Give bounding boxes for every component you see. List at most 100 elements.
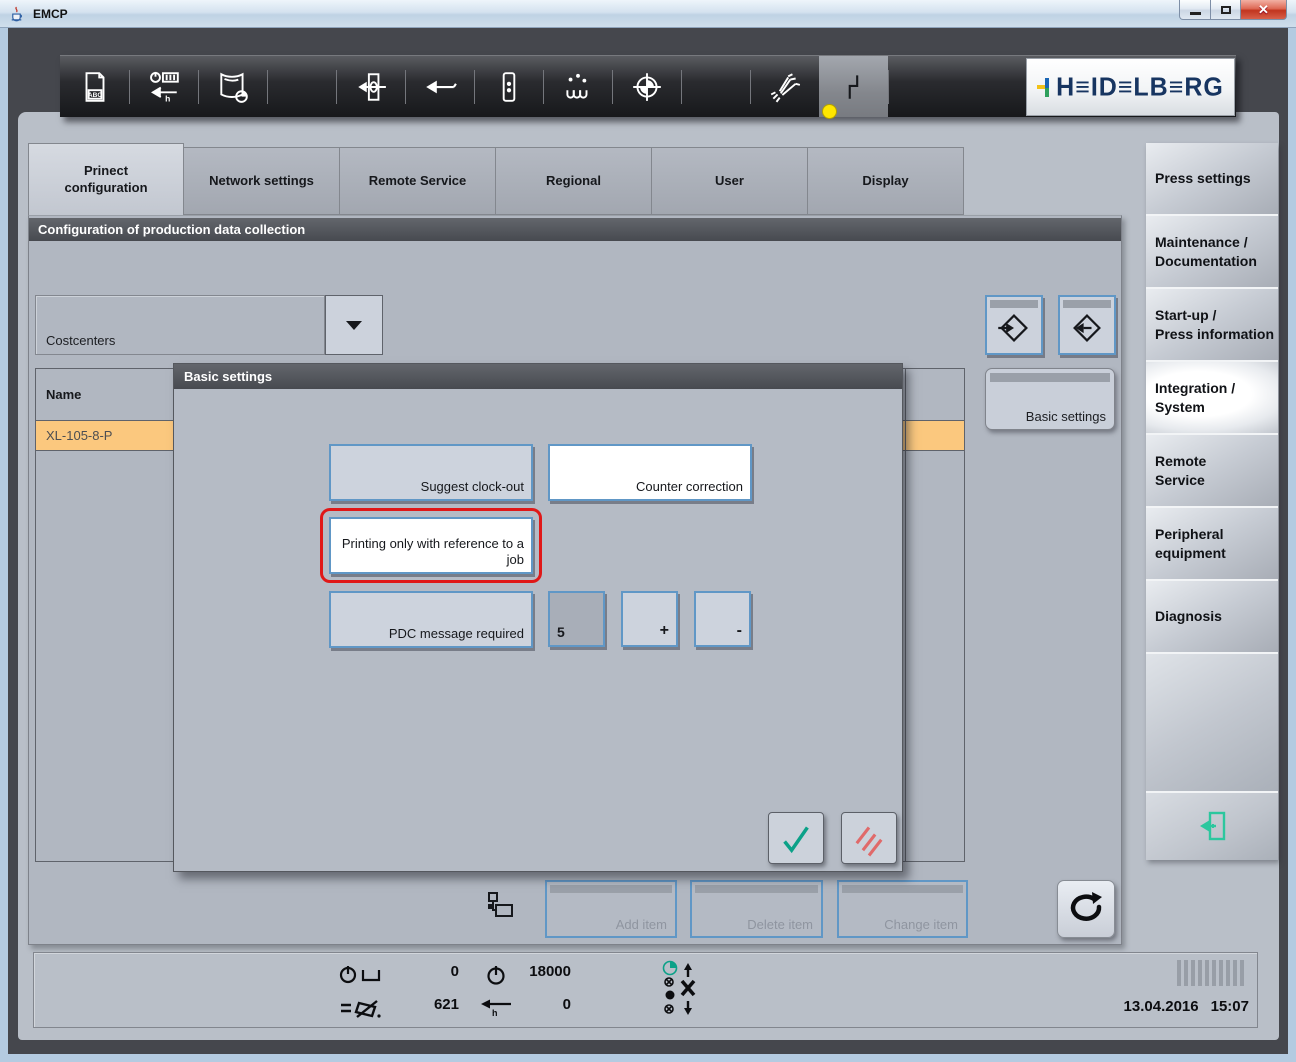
costcenters-dropdown-button[interactable] [325,295,383,355]
add-item-button[interactable]: Add item [545,880,677,938]
svg-text:h: h [165,93,170,103]
cancel-button[interactable] [841,812,897,864]
status-value-4: 0 [506,996,571,1013]
toolbar-powder-spray-button[interactable] [750,56,819,117]
window-titlebar: EMCP [0,0,1296,28]
section-header: Configuration of production data collect… [29,218,1121,241]
window-title: EMCP [33,7,68,21]
counter-reset-icon: h [147,70,181,104]
sidebar-item-startup-press-information[interactable]: Start-up / Press information [1146,289,1278,362]
export-settings-button[interactable] [1058,295,1116,355]
pdc-value-field: 5 [548,591,605,647]
tab-remote-service[interactable]: Remote Service [340,147,496,215]
main-menu-sidebar: Press settings Maintenance / Documentati… [1146,143,1278,860]
toolbar-register-button[interactable] [612,56,681,117]
door-dots-icon [492,70,526,104]
decrement-button[interactable]: - [694,591,751,647]
import-settings-button[interactable] [985,295,1043,355]
sidebar-item-remote-service[interactable]: Remote Service [1146,435,1278,508]
toolbar-sheet-infeed-button[interactable] [336,56,405,117]
register-status-icon [661,959,703,1019]
power-icon [486,964,506,986]
change-item-button[interactable]: Change item [837,880,968,938]
minimize-icon [1190,12,1201,15]
status-time: 15:07 [1211,998,1249,1015]
sidebar-item-peripheral-equipment[interactable]: Peripheral equipment [1146,508,1278,581]
checkmark-icon [775,817,817,859]
delete-item-button[interactable]: Delete item [690,880,823,938]
toolbar-unit-button[interactable] [474,56,543,117]
status-bar: 0 18000 621 h 0 13.04.2016 15:07 [33,952,1258,1028]
toolbar-empty-cell [267,56,336,117]
increment-button[interactable]: + [621,591,678,647]
refresh-button[interactable] [1057,880,1115,938]
plate-abc-icon: ABC [78,70,112,104]
basic-settings-button[interactable]: Basic settings [985,368,1115,430]
toolbar-empty-cell [681,56,750,117]
equal-sheet-icon [337,997,383,1021]
toolbar-arrow-left-button[interactable] [405,56,474,117]
svg-text:h: h [492,1008,498,1018]
network-items-icon [486,891,516,921]
basic-settings-dialog: Basic settings Suggest clock-out Counter… [173,363,903,872]
maximize-icon [1221,6,1231,14]
hook-step-icon [837,70,871,104]
diamond-arrow-out-icon [1069,310,1105,346]
toolbar-dampening-button[interactable] [543,56,612,117]
toolbar-plate-abc-button[interactable]: ABC [60,56,129,117]
dialog-title: Basic settings [174,364,902,389]
java-app-icon [8,5,25,22]
arrow-left-icon [423,70,457,104]
status-datetime: 13.04.2016 15:07 [1124,998,1249,1015]
diamond-arrow-in-icon [996,310,1032,346]
pdc-message-required-button[interactable]: PDC message required [329,591,533,648]
minimize-button[interactable] [1179,0,1211,20]
toolbar-separator [888,70,889,104]
printing-only-with-job-button[interactable]: Printing only with reference to a job [329,517,533,574]
sheet-infeed-icon [354,70,388,104]
barcode-indicator [1177,960,1247,986]
exit-door-icon [1194,811,1230,843]
suggest-clock-out-button[interactable]: Suggest clock-out [329,444,533,501]
power-tray-icon [339,964,383,986]
costcenters-select[interactable]: Costcenters [35,295,325,355]
tab-prinect-configuration[interactable]: Prinect configuration [28,143,184,215]
tab-user[interactable]: User [652,147,808,215]
exit-button[interactable] [1146,793,1278,860]
powder-spray-icon [768,70,802,104]
counter-correction-button[interactable]: Counter correction [548,444,752,501]
column-divider [905,369,906,861]
tab-network-settings[interactable]: Network settings [184,147,340,215]
heidelberg-logo-text: H≡ID≡LB≡RG [1056,72,1224,102]
sidebar-item-integration-system[interactable]: Integration / System [1146,362,1278,435]
main-toolbar: ABC h [60,55,1236,117]
heidelberg-logo: H≡ID≡LB≡RG [1026,58,1235,116]
toolbar-job-sheet-button[interactable] [198,56,267,117]
dampening-icon [561,70,595,104]
svg-text:ABC: ABC [87,92,102,99]
status-value-1: 0 [381,963,459,980]
notification-dot-icon [822,104,837,119]
register-icon [630,70,664,104]
toolbar-selected-function-button[interactable] [819,56,888,117]
close-icon: ✕ [1258,2,1269,18]
status-value-3: 621 [381,996,459,1013]
close-button[interactable]: ✕ [1241,0,1287,20]
settings-tab-bar: Prinect configuration Network settings R… [28,143,964,215]
heidelberg-logo-mark-icon [1037,76,1052,98]
cancel-slashes-icon [848,817,890,859]
ok-button[interactable] [768,812,824,864]
tab-display[interactable]: Display [808,147,964,215]
tab-regional[interactable]: Regional [496,147,652,215]
toolbar-counter-button[interactable]: h [129,56,198,117]
refresh-arrow-icon [1066,889,1106,929]
chevron-down-icon [346,321,362,330]
sidebar-empty-section [1146,654,1278,793]
sidebar-item-diagnosis[interactable]: Diagnosis [1146,581,1278,654]
status-value-2: 18000 [506,963,571,980]
sheet-clock-icon [216,70,250,104]
status-date: 13.04.2016 [1124,998,1199,1015]
maximize-button[interactable] [1211,0,1241,20]
sidebar-item-maintenance-documentation[interactable]: Maintenance / Documentation [1146,216,1278,289]
sidebar-item-press-settings[interactable]: Press settings [1146,143,1278,216]
